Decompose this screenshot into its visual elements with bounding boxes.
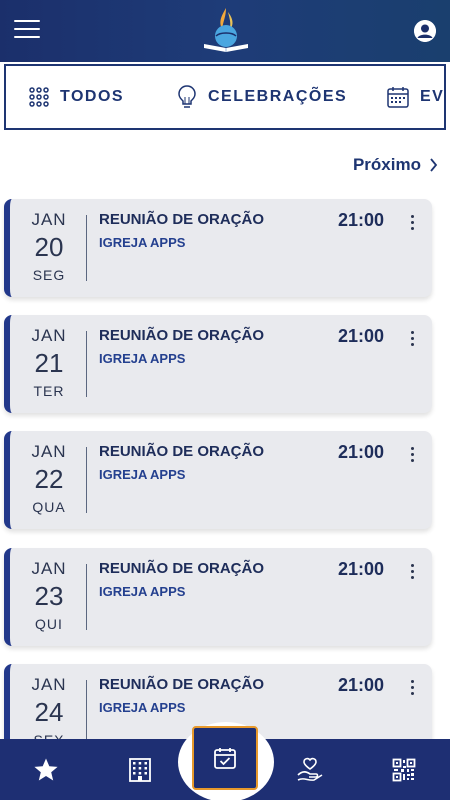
date-divider (86, 564, 87, 630)
nav-church[interactable] (110, 739, 170, 800)
app-header (0, 0, 450, 62)
hamburger-icon[interactable] (14, 20, 40, 40)
date-divider (86, 331, 87, 397)
calendar-check-icon (214, 748, 236, 769)
event-time: 21:00 (338, 675, 385, 695)
event-month: JAN (31, 210, 67, 229)
event-month: JAN (31, 326, 67, 345)
nav-events[interactable] (192, 726, 258, 790)
nav-favorites[interactable] (16, 739, 76, 800)
date-divider (86, 680, 87, 746)
event-day: 20 (34, 232, 64, 262)
more-options-icon[interactable] (406, 447, 418, 467)
chevron-right-icon (430, 158, 438, 172)
event-title: REUNIÃO DE ORAÇÃO (99, 327, 265, 344)
event-card[interactable]: JAN 22 QUA REUNIÃO DE ORAÇÃO IGREJA APPS… (4, 431, 432, 529)
qr-code-icon (392, 758, 416, 781)
more-options-icon[interactable] (406, 331, 418, 351)
more-options-icon[interactable] (406, 215, 418, 235)
user-icon[interactable] (414, 20, 436, 42)
hand-heart-icon (297, 757, 323, 781)
event-card[interactable]: JAN 20 SEG REUNIÃO DE ORAÇÃO IGREJA APPS… (4, 199, 432, 297)
tab-label: CELEBRAÇÕES (208, 88, 348, 105)
date-divider (86, 447, 87, 513)
next-label: Próximo (352, 155, 421, 174)
event-month: JAN (31, 559, 67, 578)
event-date: JAN 20 SEG (10, 199, 88, 297)
event-title: REUNIÃO DE ORAÇÃO (99, 443, 265, 460)
event-time: 21:00 (338, 326, 385, 346)
event-subtitle: IGREJA APPS (99, 235, 186, 250)
event-subtitle: IGREJA APPS (99, 700, 186, 715)
filter-tabs: TODOS CELEBRAÇÕES EVE (4, 64, 446, 130)
event-date: JAN 22 QUA (10, 431, 88, 529)
event-title: REUNIÃO DE ORAÇÃO (99, 211, 265, 228)
event-title: REUNIÃO DE ORAÇÃO (99, 676, 265, 693)
next-page-link[interactable]: Próximo (353, 155, 438, 175)
tab-eventos[interactable]: EVE (386, 66, 445, 128)
event-time: 21:00 (338, 442, 385, 462)
event-day: 21 (34, 348, 64, 378)
event-card[interactable]: JAN 21 TER REUNIÃO DE ORAÇÃO IGREJA APPS… (4, 315, 432, 413)
event-weekday: TER (33, 383, 65, 399)
event-subtitle: IGREJA APPS (99, 351, 186, 366)
event-weekday: QUI (35, 616, 63, 632)
event-weekday: QUA (32, 499, 66, 515)
event-day: 23 (34, 581, 64, 611)
event-month: JAN (31, 675, 67, 694)
more-options-icon[interactable] (406, 564, 418, 584)
event-date: JAN 21 TER (10, 315, 88, 413)
more-options-icon[interactable] (406, 680, 418, 700)
star-icon (34, 758, 58, 780)
tab-celebracoes[interactable]: CELEBRAÇÕES (176, 66, 347, 128)
event-weekday: SEG (32, 267, 66, 283)
event-day: 22 (34, 464, 64, 494)
event-month: JAN (31, 442, 67, 461)
event-time: 21:00 (338, 210, 385, 230)
lightbulb-icon (178, 85, 196, 108)
grid-icon (29, 87, 49, 107)
nav-donations[interactable] (280, 739, 340, 800)
event-subtitle: IGREJA APPS (99, 467, 186, 482)
tab-label: EVE (420, 88, 445, 105)
tab-label: TODOS (60, 88, 125, 105)
event-card[interactable]: JAN 23 QUI REUNIÃO DE ORAÇÃO IGREJA APPS… (4, 548, 432, 646)
event-time: 21:00 (338, 559, 385, 579)
event-date: JAN 23 QUI (10, 548, 88, 646)
event-subtitle: IGREJA APPS (99, 584, 186, 599)
event-day: 24 (34, 697, 64, 727)
church-logo-icon (204, 8, 248, 52)
calendar-icon (387, 87, 409, 108)
nav-qr-code[interactable] (374, 739, 434, 800)
date-divider (86, 215, 87, 281)
event-title: REUNIÃO DE ORAÇÃO (99, 560, 265, 577)
tab-todos[interactable]: TODOS (28, 66, 124, 128)
building-icon (129, 757, 151, 782)
